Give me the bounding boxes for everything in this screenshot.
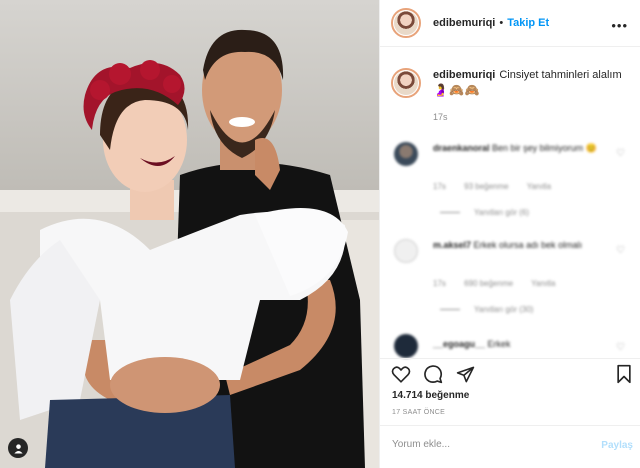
more-icon[interactable]: ••• [611,18,628,33]
comment-likes[interactable]: 690 beğenme [464,279,513,288]
view-replies-label: Yanıtları gör (6) [474,208,529,217]
caption-text-block: edibemuriqi Cinsiyet tahminleri alalım 🤰🙈… [433,68,622,98]
caption-avatar[interactable] [391,68,421,98]
comment-meta: 17s 690 beğenme Yanıtla [433,279,571,288]
comment-like-icon[interactable]: ♡ [616,245,625,256]
caption-emojis: 🤰🙈🙈 [433,83,481,97]
comment-meta: 17s 93 beğenme Yanıtla [433,182,567,191]
couple-photo-image [0,0,379,468]
view-replies-label: Yanıtları gör (30) [474,305,534,314]
like-count[interactable]: 14.714 beğenme [392,390,469,401]
tagged-user-icon[interactable] [8,438,28,458]
comment-avatar[interactable] [394,334,418,358]
follow-button[interactable]: Takip Et [507,17,549,29]
heart-icon[interactable] [390,363,412,385]
comment-icon[interactable] [422,363,444,385]
post-photo[interactable] [0,0,379,468]
comment-body: Ben bir şey bilmiyorum 😊 [492,143,597,153]
comment-username[interactable]: m.aksel7 [433,240,471,250]
comment-reply-button[interactable]: Yanıtla [531,279,555,288]
comment-time: 17s [433,182,446,191]
comment-username[interactable]: __egoagu__ [433,339,485,349]
comment-reply-button[interactable]: Yanıtla [527,182,551,191]
comment-avatar[interactable] [394,239,418,263]
comment-username[interactable]: draenkanoral [433,143,490,153]
comment-text: __egoagu__ Erkek [433,338,603,351]
comment-body: Erkek olursa adı bek olmalı [473,240,583,250]
view-replies-button[interactable]: Yanıtları gör (6) [440,208,529,217]
caption-username[interactable]: edibemuriqi [433,69,495,81]
view-replies-button[interactable]: Yanıtları gör (30) [440,305,533,314]
post-side-panel: edibemuriqi • Takip Et ••• edibemuriqi Ci… [379,0,640,468]
comment-avatar[interactable] [394,142,418,166]
comment-likes[interactable]: 93 beğenme [464,182,508,191]
action-bar [380,358,640,388]
post-caption: edibemuriqi Cinsiyet tahminleri alalım 🤰🙈… [391,68,630,98]
comment-bar: Paylaş [380,425,640,468]
post-time-ago: 17 SAAT ÖNCE [392,409,446,416]
header-separator: • [499,17,504,29]
comment-text: m.aksel7 Erkek olursa adı bek olmalı [433,239,603,252]
comment-text: draenkanoral Ben bir şey bilmiyorum 😊 [433,142,603,155]
post-comment-button[interactable]: Paylaş [601,440,633,451]
comment-like-icon[interactable]: ♡ [616,148,625,159]
user-icon [13,443,23,454]
author-avatar[interactable] [391,8,421,38]
comment-time: 17s [433,279,446,288]
share-icon[interactable] [454,363,476,385]
comment-input[interactable] [392,439,582,450]
post-header: edibemuriqi • Takip Et ••• [380,0,640,47]
comment-like-icon[interactable]: ♡ [616,342,625,353]
bookmark-icon[interactable] [613,363,635,385]
author-username[interactable]: edibemuriqi [433,17,495,29]
caption-time: 17s [433,112,448,122]
caption-text: Cinsiyet tahminleri alalım [499,69,622,81]
comment-body: Erkek [487,339,511,349]
